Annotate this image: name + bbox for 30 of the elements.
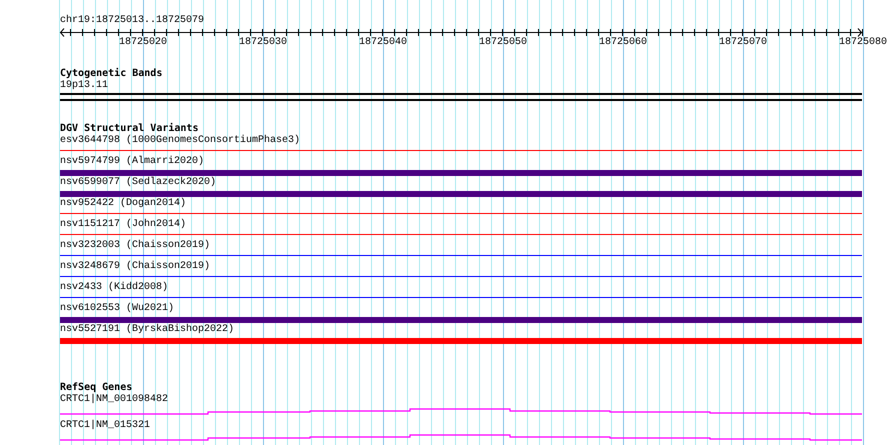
- variant-feature[interactable]: [60, 170, 862, 176]
- variant-label[interactable]: nsv3232003 (Chaisson2019): [60, 240, 210, 252]
- variant-label[interactable]: nsv6102553 (Wu2021): [60, 303, 174, 315]
- track-title: DGV Structural Variants: [60, 123, 198, 134]
- variant-feature[interactable]: [60, 338, 862, 344]
- variant-label[interactable]: nsv5527191 (ByrskaBishop2022): [60, 324, 234, 336]
- gene-label[interactable]: CRTC1|NM_001098482: [60, 394, 168, 406]
- ruler-label: 18725030: [239, 37, 287, 48]
- variant-label[interactable]: nsv2433 (Kidd2008): [60, 282, 168, 294]
- ruler-label: 18725080: [839, 37, 887, 48]
- ruler-label: 18725070: [719, 37, 767, 48]
- ruler-label: 18725060: [599, 37, 647, 48]
- variant-label[interactable]: nsv5974799 (Almarri2020): [60, 156, 204, 168]
- variant-label[interactable]: nsv1151217 (John2014): [60, 219, 186, 231]
- track-title: Cytogenetic Bands: [60, 68, 162, 80]
- variant-label[interactable]: nsv952422 (Dogan2014): [60, 198, 186, 210]
- variant-label[interactable]: esv3644798 (1000GenomesConsortiumPhase3): [60, 135, 300, 147]
- gene-structure-drawing[interactable]: [60, 434, 862, 441]
- genome-position: chr19:18725013..18725079: [60, 15, 204, 27]
- variant-label[interactable]: nsv3248679 (Chaisson2019): [60, 261, 210, 273]
- variant-label[interactable]: nsv6599077 (Sedlazeck2020): [60, 177, 216, 189]
- ruler-label: 18725050: [479, 37, 527, 48]
- gene-structure-drawing[interactable]: [60, 408, 862, 415]
- ruler-label: 18725020: [119, 37, 167, 48]
- variant-feature[interactable]: [60, 317, 862, 323]
- gene-label[interactable]: CRTC1|NM_015321: [60, 420, 150, 432]
- ruler-label: 18725040: [359, 37, 407, 48]
- track-title: RefSeq Genes: [60, 382, 132, 394]
- variant-feature[interactable]: [60, 191, 862, 197]
- band-label: 19p13.11: [60, 80, 108, 92]
